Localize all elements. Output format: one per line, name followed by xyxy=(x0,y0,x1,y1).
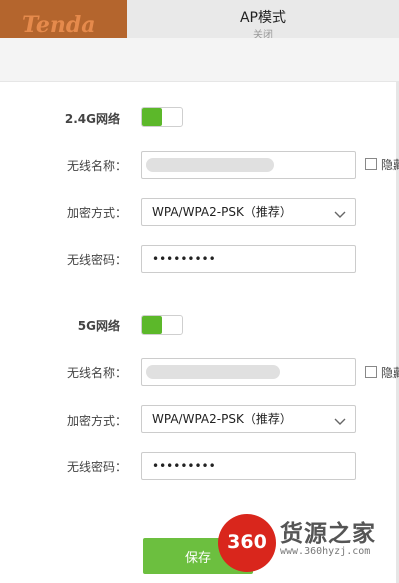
watermark-badge-text: 360 xyxy=(227,531,267,553)
top-bar: Tenda AP模式 关闭 xyxy=(0,0,399,38)
watermark: 360 货源之家 www.360hyzj.com xyxy=(208,512,399,583)
band-24g-label: 2.4G网络 xyxy=(64,112,120,126)
ssid-24g-input[interactable] xyxy=(141,151,356,179)
ssid-24g-label: 无线名称： xyxy=(66,159,127,173)
band-5g-label: 5G网络 xyxy=(77,319,120,333)
chevron-down-icon xyxy=(333,204,347,218)
band-5g-toggle[interactable] xyxy=(141,315,183,335)
tenda-logo: Tenda xyxy=(0,0,127,38)
password-5g-label: 无线密码： xyxy=(66,460,127,474)
hide-5g-label: 隐藏 xyxy=(381,366,399,380)
security-24g-select[interactable]: WPA/WPA2-PSK（推荐） xyxy=(141,198,356,226)
password-5g-input[interactable]: ••••••••• xyxy=(141,452,356,480)
password-24g-label: 无线密码： xyxy=(66,253,127,267)
toggle-knob xyxy=(142,316,162,334)
chevron-down-icon xyxy=(333,411,347,425)
security-5g-label: 加密方式： xyxy=(66,414,127,428)
hide-24g-checkbox-wrap[interactable]: 隐藏 xyxy=(365,156,399,172)
toggle-knob xyxy=(142,108,162,126)
hide-5g-checkbox-wrap[interactable]: 隐藏 xyxy=(365,364,399,380)
security-5g-value: WPA/WPA2-PSK（推荐） xyxy=(152,412,292,426)
password-24g-input[interactable]: ••••••••• xyxy=(141,245,356,273)
page-title: AP模式 xyxy=(239,10,287,26)
ssid-blurred-value xyxy=(146,365,280,379)
watermark-site-name: 货源之家 xyxy=(280,521,376,547)
ssid-5g-label: 无线名称： xyxy=(66,366,127,380)
ssid-blurred-value xyxy=(146,158,274,172)
security-24g-label: 加密方式： xyxy=(66,206,127,220)
security-5g-select[interactable]: WPA/WPA2-PSK（推荐） xyxy=(141,405,356,433)
hide-24g-checkbox[interactable] xyxy=(365,158,377,170)
hide-24g-label: 隐藏 xyxy=(381,158,399,172)
ssid-5g-input[interactable] xyxy=(141,358,356,386)
security-24g-value: WPA/WPA2-PSK（推荐） xyxy=(152,205,292,219)
band-24g-toggle[interactable] xyxy=(141,107,183,127)
mode-status: 关闭 xyxy=(253,30,273,38)
sub-bar xyxy=(0,38,399,82)
hide-5g-checkbox[interactable] xyxy=(365,366,377,378)
watermark-url: www.360hyzj.com xyxy=(280,546,371,557)
logo-text: Tenda xyxy=(22,12,96,38)
